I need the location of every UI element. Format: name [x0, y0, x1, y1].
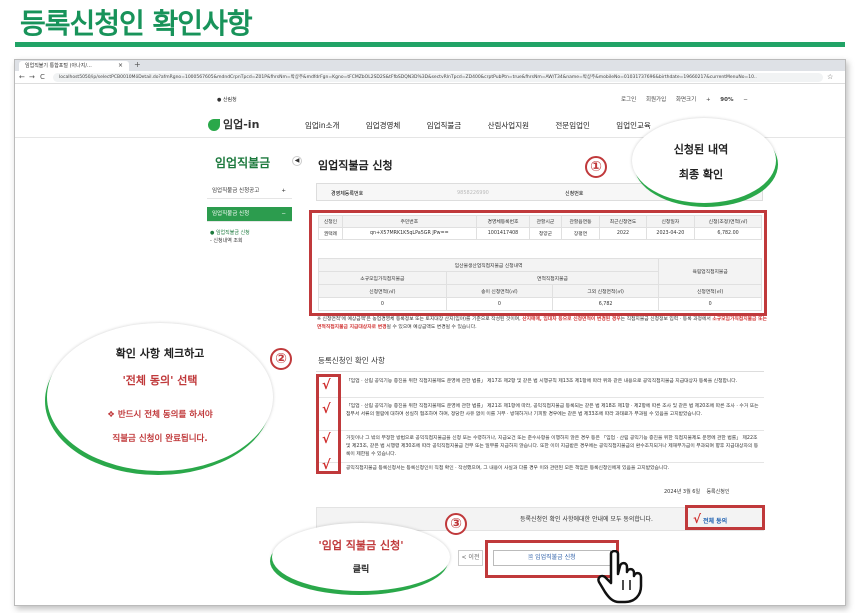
reload-icon[interactable]: C [40, 73, 45, 82]
consent-item: 「임업 · 산림 공익기능 증진을 위한 직접지불제도 운영에 관한 법률」 제… [346, 379, 738, 384]
all-agree-checkbox[interactable]: √ 전체 동의 [693, 512, 727, 526]
callout-final-check [632, 118, 776, 203]
page: 등록신청인 확인사항 임업직불기 통합포털 (아나지/... × + ← → C… [0, 0, 864, 613]
join-link[interactable]: 회원가입 [646, 97, 666, 103]
sidebar-sub-history[interactable]: - 신청내역 조회 [210, 237, 243, 244]
sidebar-collapse-icon[interactable]: ◀ [292, 156, 302, 166]
consent-checkbox[interactable]: √ [322, 458, 331, 473]
zoom-value: 90% [720, 97, 734, 103]
browser-tab[interactable]: 임업직불기 통합포털 (아나지/... × [19, 61, 129, 71]
url-input[interactable]: localhost5050/ip/selectPCB0010MöDetail.d… [53, 73, 823, 82]
step-number-1: ① [585, 156, 607, 178]
nav-item[interactable]: 산림사업지원 [488, 121, 529, 130]
browser-tab-strip: 임업직불기 통합포털 (아나지/... × + [15, 60, 845, 71]
consent-item: 공익직접지불금 등록신청서는 등록신청인이 직접 확인 · 작성했으며, 그 내… [346, 466, 670, 471]
callout-final-check-line1: 신청된 내역 [673, 143, 729, 156]
sidebar-item-notice[interactable]: 임업직불금 신청공고 + [207, 184, 292, 199]
back-arrow-icon[interactable]: ← [19, 73, 25, 82]
tab-close-icon[interactable]: × [118, 61, 123, 71]
utility-links: 로그인 회원가입 화면크기 + 90% − [621, 95, 756, 103]
consent-list: 「임업 · 산림 공익기능 증진을 위한 직접지불제도 운영에 관한 법률」 제… [316, 371, 764, 477]
step-number-2: ② [270, 348, 292, 370]
consent-section-title: 등록신청인 확인 사항 [318, 356, 385, 365]
nav-item[interactable]: 임업경영체 [366, 121, 401, 130]
apply-no-label: 신청번호 [565, 191, 584, 197]
sidebar-item-apply[interactable]: 임업직불금 신청 − [207, 207, 292, 222]
callout-apply-line1: '임업 직불금 신청' [318, 539, 404, 552]
callout-consent-line2: '전체 동의' 선택 [122, 374, 198, 387]
bookmark-star-icon[interactable]: ☆ [827, 73, 833, 81]
zoom-plus-button[interactable]: + [706, 97, 711, 103]
main-title: 임업직불금 신청 [318, 159, 393, 172]
consent-item: 거짓이나 그 밖의 부정한 방법으로 공익직접지불금을 신청 또는 수령하거나,… [346, 436, 759, 457]
callout-apply-line2: 클릭 [352, 565, 370, 575]
minus-icon: − [281, 211, 286, 217]
consent-checkbox[interactable]: √ [322, 378, 331, 393]
area-notice: ※ 신청면적'에 예상금액'은 농업경영체 등록정보 또는 토지대장 산지(임야… [317, 317, 767, 330]
zoom-minus-button[interactable]: − [743, 97, 748, 103]
callout-consent-line3: ❖ 반드시 전체 동의를 하셔야 [107, 410, 213, 420]
login-link[interactable]: 로그인 [621, 97, 636, 103]
reg-no-value: 9858226990 [457, 190, 489, 196]
browser-address-bar: ← → C localhost5050/ip/selectPCB0010MöDe… [15, 71, 845, 84]
reg-no-label: 경영체등록번호 [331, 191, 364, 197]
sign-date: 2024년 3월 6일 등록신청인 [664, 489, 730, 495]
page-heading: 등록신청인 확인사항 [20, 7, 253, 40]
sidebar-sub-apply[interactable]: ● 임업직불금 신청 [210, 229, 250, 236]
zoom-label: 화면크기 [675, 97, 697, 103]
nav-item[interactable]: 임업in소개 [305, 121, 339, 130]
sidebar-title: 임업직불금 [215, 156, 271, 170]
plus-icon: + [281, 188, 286, 194]
callout-consent-line1: 확인 사항 체크하고 [115, 347, 205, 360]
site-logo[interactable]: 임업-in [208, 116, 259, 132]
back-button[interactable]: < 이전 [458, 550, 483, 566]
callout-apply [272, 523, 450, 591]
nav-item[interactable]: 전문임업인 [555, 121, 590, 130]
heading-underline [15, 42, 845, 47]
forward-arrow-icon[interactable]: → [29, 73, 35, 82]
agree-all-text: 등록신청인 확인 사항에대한 안내에 모두 동의합니다. [520, 516, 653, 523]
main-nav: 임업in소개 임업경영체 임업직불금 산림사업지원 전문임업인 임업인교육 [305, 120, 675, 131]
nav-item[interactable]: 임업직불금 [427, 121, 462, 130]
consent-checkbox[interactable]: √ [322, 432, 331, 447]
consent-checkbox[interactable]: √ [322, 402, 331, 417]
nav-item[interactable]: 임업인교육 [616, 121, 651, 130]
callout-final-check-line2: 최종 확인 [678, 168, 724, 181]
leaf-logo-icon [208, 119, 220, 131]
pointing-hand-icon [597, 550, 643, 604]
new-tab-icon[interactable]: + [134, 60, 141, 70]
highlight-box-summary [309, 210, 767, 316]
gov-logo: ● 산림청 [217, 97, 237, 103]
consent-item: 「임업 · 산림 공익기능 증진을 위한 직접지불제도 운영에 관한 법률」 제… [346, 404, 759, 417]
step-number-3: ③ [445, 513, 467, 535]
callout-consent-line4: 직불금 신청이 완료됩니다. [112, 434, 208, 444]
browser-tab-title: 임업직불기 통합포털 (아나지/... [25, 63, 92, 69]
